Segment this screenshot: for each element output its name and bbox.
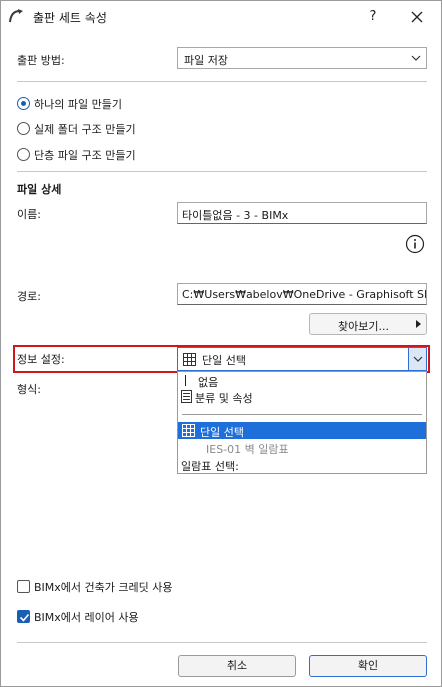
archicad-logo-icon [9, 9, 25, 23]
divider [17, 642, 427, 643]
dropdown-item-label: 일람표 선택: [181, 460, 239, 473]
info-settings-label: 정보 설정: [17, 353, 65, 366]
radio-real-folder-structure[interactable]: 실제 폴더 구조 만들기 [17, 121, 217, 137]
table-grid-icon [183, 353, 196, 366]
dropdown-item-classification[interactable]: 분류 및 속성 [178, 388, 426, 405]
file-details-section-title: 파일 상세 [17, 183, 62, 196]
radio-indicator [17, 97, 30, 110]
divider [17, 171, 427, 172]
info-settings-value: 단일 선택 [202, 354, 246, 367]
radio-label: 실제 폴더 구조 만들기 [34, 123, 136, 136]
chevron-down-icon [410, 52, 422, 64]
cursor-bar-icon [185, 375, 186, 386]
name-value: 타이틀없음 - 3 - BIMx [182, 209, 289, 222]
dropdown-item-label: 단일 선택 [200, 426, 244, 439]
publisher-set-properties-dialog: 출판 세트 속성 ? 출판 방법: 파일 저장 하나의 파일 만들기 실제 폴더… [0, 0, 442, 687]
name-label: 이름: [17, 208, 41, 221]
cancel-button-label: 취소 [226, 659, 248, 672]
dropdown-item-label: 분류 및 속성 [195, 392, 253, 405]
info-icon [405, 234, 425, 254]
browse-button[interactable]: 찾아보기... [309, 313, 427, 335]
info-settings-dropdown-list: 없음 분류 및 속성 단일 선택 IES-01 벽 일람표 일람표 선택: [177, 371, 427, 474]
path-input[interactable]: C:₩Users₩abelov₩OneDrive - Graphisoft SE… [177, 283, 427, 305]
table-grid-icon [182, 424, 195, 440]
checkbox-label: BIMx에서 건축가 크레딧 사용 [34, 581, 173, 594]
dropdown-item-none[interactable]: 없음 [178, 372, 426, 389]
cancel-button[interactable]: 취소 [178, 655, 296, 677]
dropdown-item-single-selection[interactable]: 단일 선택 [178, 422, 426, 439]
dropdown-separator [182, 414, 422, 415]
help-button[interactable]: ? [363, 7, 383, 27]
ok-button[interactable]: 확인 [309, 655, 427, 677]
publish-method-value: 파일 저장 [184, 54, 228, 67]
info-settings-select[interactable]: 단일 선택 [177, 347, 427, 371]
document-list-icon [181, 390, 192, 406]
info-button[interactable] [405, 234, 425, 254]
checkbox-use-layers[interactable]: BIMx에서 레이어 사용 [17, 609, 217, 625]
publish-method-select[interactable]: 파일 저장 [177, 47, 427, 69]
dropdown-item-schedule-entry[interactable]: IES-01 벽 일람표 [178, 439, 426, 456]
radio-flat-file-structure[interactable]: 단층 파일 구조 만들기 [17, 147, 217, 163]
checkbox-indicator [17, 580, 30, 593]
window-title: 출판 세트 속성 [33, 11, 107, 25]
title-bar: 출판 세트 속성 ? [1, 1, 441, 32]
dropdown-button[interactable] [408, 348, 426, 370]
radio-indicator [17, 148, 30, 161]
close-button[interactable] [405, 5, 429, 29]
name-input[interactable]: 타이틀없음 - 3 - BIMx [177, 202, 427, 224]
triangle-right-icon [416, 320, 421, 328]
checkbox-indicator [17, 610, 30, 623]
format-label: 형식: [17, 383, 41, 396]
radio-label: 단층 파일 구조 만들기 [34, 149, 136, 162]
path-label: 경로: [17, 290, 41, 303]
radio-single-file[interactable]: 하나의 파일 만들기 [17, 96, 217, 112]
divider [17, 81, 427, 82]
dropdown-item-schedule-select[interactable]: 일람표 선택: [178, 456, 426, 473]
browse-label: 찾아보기... [338, 320, 389, 333]
chevron-down-icon [413, 356, 423, 362]
dropdown-item-label: IES-01 벽 일람표 [206, 443, 289, 456]
publish-method-label: 출판 방법: [17, 54, 65, 67]
radio-label: 하나의 파일 만들기 [34, 98, 122, 111]
ok-button-label: 확인 [357, 659, 379, 672]
close-icon [411, 11, 423, 23]
checkbox-label: BIMx에서 레이어 사용 [34, 611, 139, 624]
path-value: C:₩Users₩abelov₩OneDrive - Graphisoft SE… [182, 288, 426, 301]
radio-indicator [17, 122, 30, 135]
checkbox-architect-credits[interactable]: BIMx에서 건축가 크레딧 사용 [17, 579, 217, 595]
checkmark-icon [19, 613, 30, 622]
